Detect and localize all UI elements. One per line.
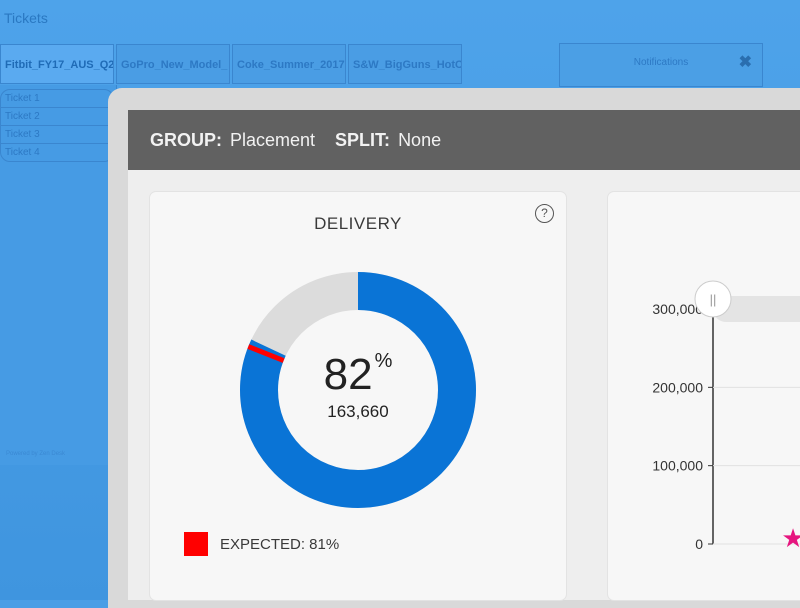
ticket-list: Ticket 1 Ticket 2 Ticket 3 Ticket 4 <box>0 89 114 162</box>
tab-fitbit[interactable]: Fitbit_FY17_AUS_Q2 <box>0 44 114 84</box>
y-tick-label: 0 <box>695 536 703 552</box>
ticket-tabs: Fitbit_FY17_AUS_Q2 GoPro_New_Model_ Coke… <box>0 44 462 84</box>
tab-coke[interactable]: Coke_Summer_2017 <box>232 44 346 84</box>
y-tick-label: 200,000 <box>652 379 703 395</box>
star-marker-icon: ★ <box>781 523 800 553</box>
delivery-count: 163,660 <box>327 402 389 421</box>
ticket-item-4[interactable]: Ticket 4 <box>1 144 113 161</box>
app-title: Tickets <box>4 10 48 26</box>
split-value[interactable]: None <box>398 130 441 151</box>
delivery-card: DELIVERY ? 82% 163,660 EXPECTED: 81% <box>150 192 566 600</box>
close-icon[interactable]: ✖ <box>739 44 752 82</box>
split-key: SPLIT: <box>335 129 391 150</box>
y-tick-label: 100,000 <box>652 458 703 474</box>
expected-swatch <box>184 532 208 556</box>
group-key: GROUP: <box>150 129 222 150</box>
delivery-percent: 82% <box>323 350 393 399</box>
delivery-title: DELIVERY <box>314 214 402 233</box>
tab-sw[interactable]: S&W_BigGuns_HotC <box>348 44 462 84</box>
tab-gopro[interactable]: GoPro_New_Model_ <box>116 44 230 84</box>
help-icon[interactable]: ? <box>535 204 554 223</box>
powered-by: Powered by Zen Desk <box>6 451 66 457</box>
ticket-item-3[interactable]: Ticket 3 <box>1 126 113 144</box>
ticket-item-1[interactable]: Ticket 1 <box>1 90 113 108</box>
ticket-item-2[interactable]: Ticket 2 <box>1 108 113 126</box>
ticket-sidebar: Ticket 1 Ticket 2 Ticket 3 Ticket 4 Powe… <box>0 85 117 465</box>
expected-label: EXPECTED: 81% <box>220 535 340 553</box>
group-value[interactable]: Placement <box>230 130 315 151</box>
dashboard-screen: GROUP: Placement SPLIT: None DELIVERY ? … <box>128 110 800 600</box>
filter-toolbar: GROUP: Placement SPLIT: None <box>128 110 800 170</box>
notifications-panel: Notifications ✖ <box>559 43 763 87</box>
notifications-label: Notifications <box>633 57 689 68</box>
slider-grip-icon: || <box>710 292 717 307</box>
trend-chart-card: 300,000 200,000 100,000 0 || ★ <box>608 192 800 600</box>
trend-chart: 300,000200,000100,0000||★ <box>652 280 800 553</box>
expected-legend: EXPECTED: 81% <box>184 532 339 556</box>
